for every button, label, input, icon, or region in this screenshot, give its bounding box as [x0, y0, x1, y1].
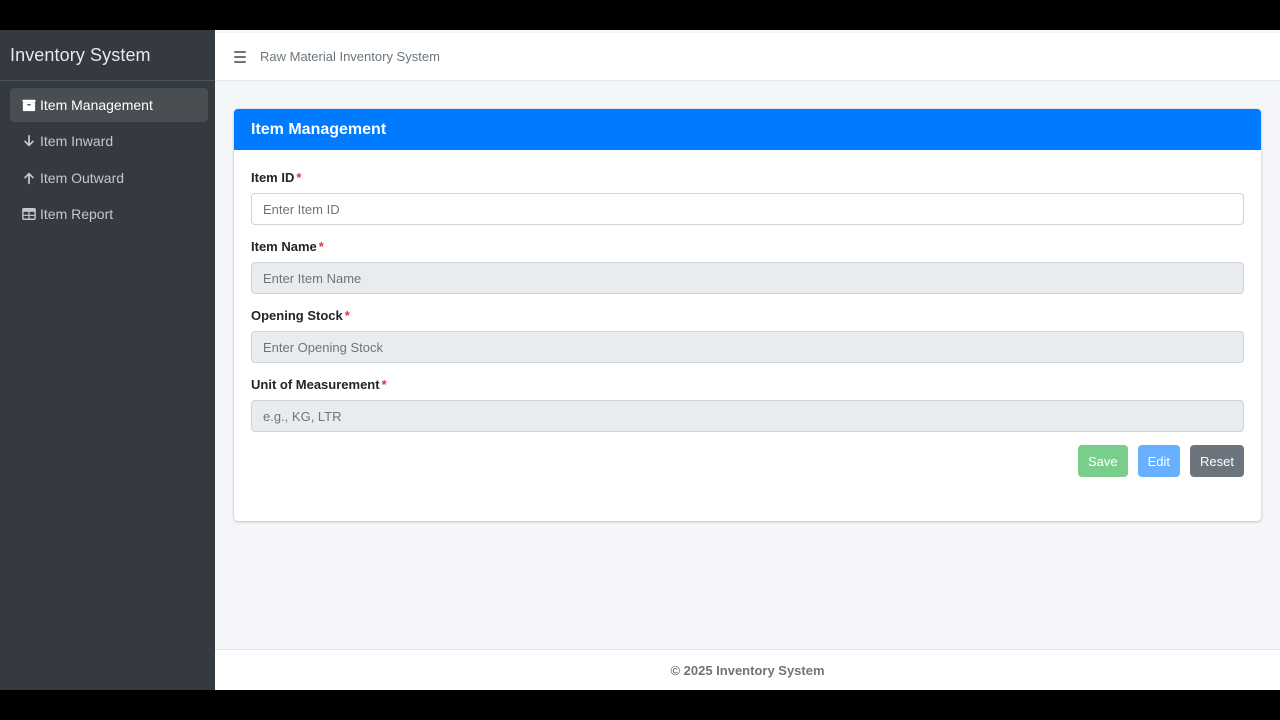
item-form: Item ID* Item Name* Opening Stock* Unit … — [234, 150, 1261, 477]
required-marker: * — [381, 377, 387, 392]
item-name-group: Item Name * — [251, 239, 1244, 294]
top-navbar: Raw Material Inventory System — [215, 33, 1280, 81]
footer-text: © 2025 Inventory System — [670, 662, 825, 678]
item-name-input[interactable] — [251, 262, 1244, 294]
brand-title[interactable]: Inventory System — [0, 30, 215, 81]
sidebar-item-label: Item Management — [40, 97, 153, 113]
required-marker: * — [296, 170, 302, 185]
sidebar: Inventory System Item Management Item In… — [0, 30, 215, 690]
required-marker: * — [344, 308, 350, 323]
sidebar-item-label: Item Inward — [40, 133, 114, 150]
opening-stock-group: Opening Stock * — [251, 308, 1244, 363]
table-icon — [22, 208, 36, 221]
content-wrapper: Item Management Item ID* Item Name* Open… — [215, 81, 1280, 649]
sidebar-item-item-inward[interactable]: Item Inward — [10, 124, 208, 158]
unit-label: Unit of Measurement * — [251, 377, 387, 392]
menu-toggle-icon[interactable] — [234, 50, 246, 63]
card-title: Item Management — [234, 109, 1261, 150]
app-frame: Inventory System Item Management Item In… — [0, 30, 1280, 690]
required-marker: * — [318, 239, 324, 254]
sidebar-item-item-report[interactable]: Item Report — [10, 197, 208, 231]
item-management-card: Item Management Item ID* Item Name* Open… — [234, 109, 1261, 521]
arrow-up-icon — [24, 172, 34, 184]
opening-stock-label: Opening Stock * — [251, 308, 350, 323]
save-button[interactable]: Save — [1077, 445, 1128, 477]
opening-stock-input[interactable] — [251, 331, 1244, 363]
reset-button[interactable]: Reset — [1190, 445, 1244, 477]
sidebar-item-item-outward[interactable]: Item Outward — [10, 161, 208, 195]
main-area: Raw Material Inventory System Item Manag… — [215, 30, 1280, 690]
navbar-title[interactable]: Raw Material Inventory System — [260, 49, 440, 64]
unit-group: Unit of Measurement * — [251, 377, 1244, 432]
arrow-down-icon — [24, 135, 34, 147]
box-icon — [22, 99, 36, 112]
item-id-label: Item ID * — [251, 170, 302, 185]
edit-button[interactable]: Edit — [1137, 445, 1181, 477]
sidebar-item-item-management[interactable]: Item Management — [10, 88, 208, 122]
item-name-label: Item Name * — [251, 239, 324, 254]
item-id-input[interactable] — [251, 193, 1244, 225]
form-actions: Save Edit Reset — [251, 445, 1244, 477]
footer: © 2025 Inventory System — [215, 649, 1280, 690]
sidebar-item-label: Item Outward — [40, 169, 125, 186]
sidebar-item-label: Item Report — [40, 206, 114, 223]
sidebar-nav: Item Management Item Inward Item Outward… — [0, 81, 215, 231]
unit-input[interactable] — [251, 400, 1244, 432]
item-id-group: Item ID * — [251, 170, 1244, 225]
